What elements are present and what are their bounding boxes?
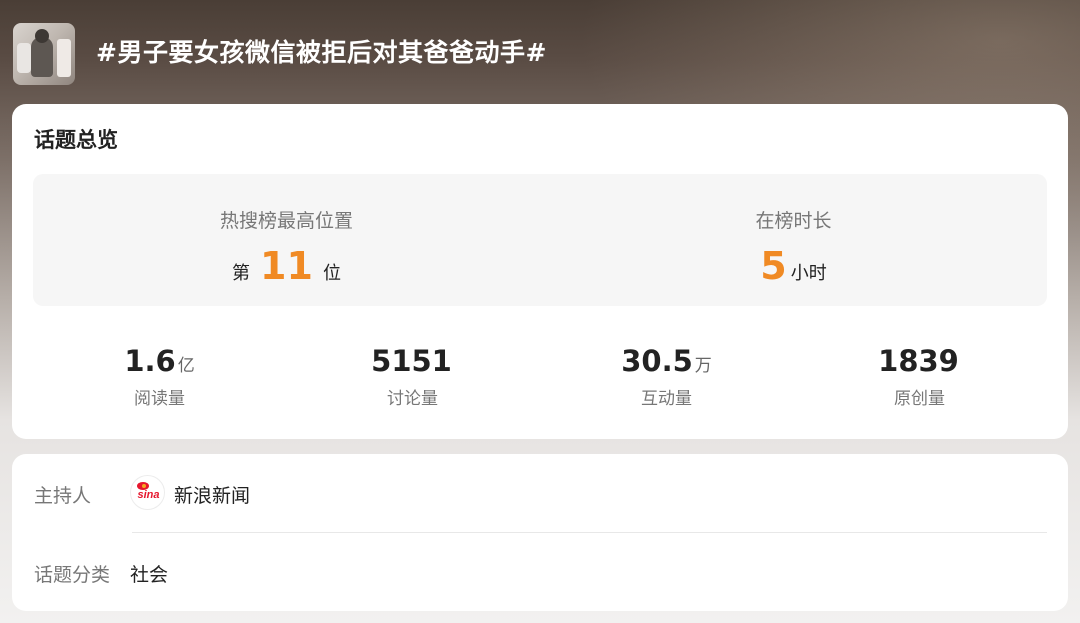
sina-logo-icon[interactable]: sina bbox=[130, 475, 165, 510]
hot-rank-suffix: 位 bbox=[322, 263, 341, 284]
stat-interaction: 30.5 万 互动量 bbox=[540, 344, 793, 414]
stat-value: 5151 bbox=[371, 344, 452, 378]
host-row[interactable]: 主持人 sina 新浪新闻 bbox=[12, 454, 1068, 532]
topic-title: #男子要女孩微信被拒后对其爸爸动手# bbox=[96, 38, 547, 67]
sina-eye-pupil bbox=[142, 484, 146, 488]
thumbnail-shape bbox=[35, 29, 49, 43]
host-label: 主持人 bbox=[34, 485, 92, 507]
category-label: 话题分类 bbox=[34, 564, 111, 586]
duration-value-row: 5 小时 bbox=[540, 244, 1047, 288]
info-card: 主持人 sina 新浪新闻 话题分类 社会 bbox=[12, 454, 1068, 611]
stat-read: 1.6 亿 阅读量 bbox=[33, 344, 286, 414]
duration-unit: 小时 bbox=[790, 263, 827, 284]
category-row: 话题分类 社会 bbox=[12, 533, 1068, 611]
thumbnail-shape bbox=[57, 39, 71, 77]
duration-value: 5 bbox=[760, 244, 787, 288]
hot-rank-value-row: 第 11 位 bbox=[33, 244, 540, 288]
stat-original: 1839 原创量 bbox=[793, 344, 1046, 414]
stat-unit: 亿 bbox=[177, 356, 195, 376]
overview-title: 话题总览 bbox=[34, 128, 118, 152]
stat-unit: 万 bbox=[694, 356, 712, 376]
duration-label: 在榜时长 bbox=[755, 210, 832, 232]
stat-value: 1839 bbox=[878, 344, 959, 378]
stats-row: 1.6 亿 阅读量 5151 讨论量 30.5 万 互动量 1839 原创量 bbox=[33, 344, 1047, 414]
rank-summary-box: 热搜榜最高位置 第 11 位 在榜时长 5 小时 bbox=[33, 174, 1047, 306]
stat-label: 阅读量 bbox=[134, 389, 185, 409]
stat-label: 原创量 bbox=[894, 389, 945, 409]
stat-label: 讨论量 bbox=[387, 389, 438, 409]
hot-rank-value: 11 bbox=[260, 244, 313, 288]
stat-value: 30.5 bbox=[621, 344, 693, 378]
hot-rank-block: 热搜榜最高位置 第 11 位 bbox=[33, 174, 540, 306]
stat-label: 互动量 bbox=[641, 389, 692, 409]
stat-discussion: 5151 讨论量 bbox=[286, 344, 539, 414]
thumbnail-shape bbox=[31, 37, 53, 77]
duration-block: 在榜时长 5 小时 bbox=[540, 174, 1047, 306]
thumbnail-shape bbox=[17, 43, 31, 73]
topic-thumbnail[interactable] bbox=[13, 23, 75, 85]
hot-rank-prefix: 第 bbox=[232, 263, 251, 284]
topic-header: #男子要女孩微信被拒后对其爸爸动手# bbox=[0, 0, 1080, 104]
category-value: 社会 bbox=[130, 564, 169, 586]
host-name[interactable]: 新浪新闻 bbox=[174, 481, 250, 508]
stat-value: 1.6 bbox=[124, 344, 176, 378]
overview-card: 话题总览 热搜榜最高位置 第 11 位 在榜时长 5 小时 1.6 亿 阅读量 5151… bbox=[12, 104, 1068, 439]
hot-rank-label: 热搜榜最高位置 bbox=[219, 210, 353, 232]
sina-logo-text: sina bbox=[137, 489, 160, 501]
